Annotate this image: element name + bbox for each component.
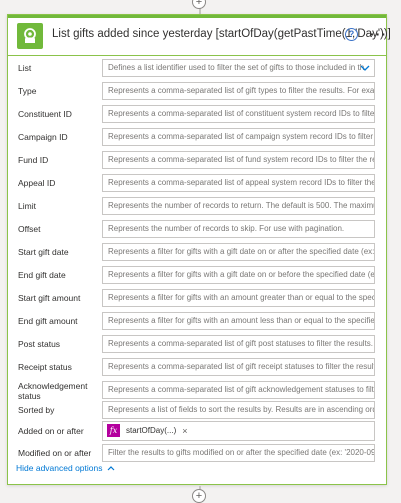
field-row-limit: Limit Represents the number of records t… [8,197,386,219]
field-placeholder: Represents a comma-separated list of gif… [108,362,375,371]
field-row-added-on-or-after: Added on or after fx startOfDay(...) × [8,421,386,443]
field-placeholder: Represents a filter for gifts with a gif… [108,247,375,256]
end-gift-amount-input[interactable]: Represents a filter for gifts with an am… [102,312,375,330]
field-row-post-status: Post status Represents a comma-separated… [8,335,386,357]
field-row-receipt-status: Receipt status Represents a comma-separa… [8,358,386,380]
field-label: Start gift date [18,247,69,257]
field-placeholder: Represents a comma-separated list of gif… [108,339,375,348]
remove-token-icon[interactable]: × [182,423,187,439]
advanced-link-label: Hide advanced options [16,463,103,473]
gift-icon [24,28,36,43]
connector-app-icon [17,23,43,49]
field-row-end-gift-date: End gift date Represents a filter for gi… [8,266,386,288]
offset-input[interactable]: Represents the number of records to skip… [102,220,375,238]
field-placeholder: Defines a list identifier used to filter… [108,63,365,72]
expression-token[interactable]: fx startOfDay(...) × [107,424,188,437]
field-row-list: List Defines a list identifier used to f… [8,59,386,81]
field-label: Type [18,86,37,96]
field-row-offset: Offset Represents the number of records … [8,220,386,242]
field-label: Receipt status [18,362,72,372]
field-label: Offset [18,224,41,234]
field-row-acknowledgement-status: Acknowledgement status Represents a comm… [8,381,386,403]
action-card: List gifts added since yesterday [startO… [7,14,391,485]
field-placeholder: Represents a comma-separated list of gif… [108,86,375,95]
plus-icon: + [195,0,203,8]
chevron-up-icon [108,466,115,471]
field-row-start-gift-date: Start gift date Represents a filter for … [8,243,386,265]
field-label: End gift amount [18,316,78,326]
field-placeholder: Represents the number of records to retu… [108,201,375,210]
field-label: Added on or after [18,426,84,436]
field-label: End gift date [18,270,66,280]
field-placeholder: Represents a comma-separated list of gif… [108,385,375,394]
acknowledgement-status-input[interactable]: Represents a comma-separated list of gif… [102,381,375,399]
field-placeholder: Represents a comma-separated list of app… [108,178,375,187]
field-row-sorted-by: Sorted by Represents a list of fields to… [8,401,386,423]
field-row-fund-id: Fund ID Represents a comma-separated lis… [8,151,386,173]
fx-icon: fx [107,424,120,437]
field-label: List [18,63,32,73]
help-icon[interactable]: ? [345,28,358,41]
start-gift-date-input[interactable]: Represents a filter for gifts with a gif… [102,243,375,261]
end-gift-date-input[interactable]: Represents a filter for gifts with a gif… [102,266,375,284]
field-placeholder: Represents a comma-separated list of con… [108,109,375,118]
field-placeholder: Filter the results to gifts modified on … [108,448,375,457]
action-title[interactable]: List gifts added since yesterday [startO… [52,28,391,40]
campaign-id-input[interactable]: Represents a comma-separated list of cam… [102,128,375,146]
modified-on-or-after-input[interactable]: Filter the results to gifts modified on … [102,444,375,462]
limit-input[interactable]: Represents the number of records to retu… [102,197,375,215]
field-placeholder: Represents a filter for gifts with an am… [108,293,375,302]
field-row-constituent-id: Constituent ID Represents a comma-separa… [8,105,386,127]
hide-advanced-options-link[interactable]: Hide advanced options [16,463,115,473]
receipt-status-input[interactable]: Represents a comma-separated list of gif… [102,358,375,376]
sorted-by-input[interactable]: Represents a list of fields to sort the … [102,401,375,419]
field-label: Limit [18,201,36,211]
list-dropdown[interactable]: Defines a list identifier used to filter… [102,59,375,77]
type-input[interactable]: Represents a comma-separated list of gif… [102,82,375,100]
field-placeholder: Represents a filter for gifts with an am… [108,316,375,325]
more-options-icon[interactable]: ··· [370,26,387,42]
token-label: startOfDay(...) [126,425,177,435]
field-row-start-gift-amount: Start gift amount Represents a filter fo… [8,289,386,311]
field-label: Constituent ID [18,109,72,119]
field-label: Start gift amount [18,293,81,303]
appeal-id-input[interactable]: Represents a comma-separated list of app… [102,174,375,192]
field-placeholder: Represents a filter for gifts with a gif… [108,270,375,279]
fund-id-input[interactable]: Represents a comma-separated list of fun… [102,151,375,169]
field-row-end-gift-amount: End gift amount Represents a filter for … [8,312,386,334]
field-label: Appeal ID [18,178,56,188]
field-row-campaign-id: Campaign ID Represents a comma-separated… [8,128,386,150]
field-label: Post status [18,339,61,349]
field-placeholder: Represents a comma-separated list of fun… [108,155,375,164]
post-status-input[interactable]: Represents a comma-separated list of gif… [102,335,375,353]
field-label: Modified on or after [18,448,92,458]
field-placeholder: Represents a comma-separated list of cam… [108,132,375,141]
field-placeholder: Represents the number of records to skip… [108,224,345,233]
constituent-id-input[interactable]: Represents a comma-separated list of con… [102,105,375,123]
field-label: Campaign ID [18,132,68,142]
field-row-type: Type Represents a comma-separated list o… [8,82,386,104]
field-label: Fund ID [18,155,49,165]
added-on-or-after-input[interactable]: fx startOfDay(...) × [102,421,375,441]
field-row-appeal-id: Appeal ID Represents a comma-separated l… [8,174,386,196]
insert-step-top-button[interactable]: + [192,0,206,9]
card-header[interactable]: List gifts added since yesterday [startO… [8,15,391,56]
field-label: Acknowledgement status [18,381,88,401]
field-placeholder: Represents a list of fields to sort the … [108,405,375,414]
field-label: Sorted by [18,405,55,415]
insert-step-bottom-button[interactable]: + [192,489,206,503]
start-gift-amount-input[interactable]: Represents a filter for gifts with an am… [102,289,375,307]
chevron-down-icon[interactable] [360,63,370,73]
